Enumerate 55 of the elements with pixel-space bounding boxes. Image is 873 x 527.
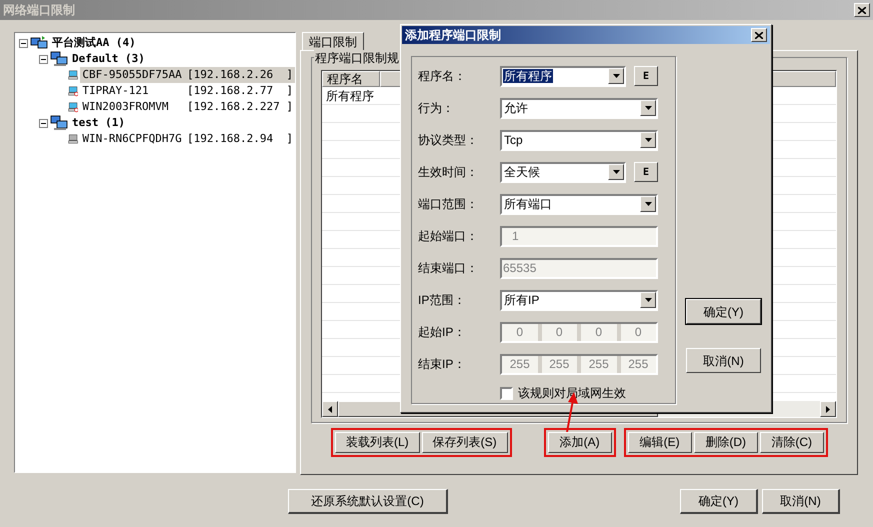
tree-item[interactable]: CBF-95055DF75AA [192.168.2.26 ] [80, 66, 295, 84]
scroll-right-icon[interactable] [826, 406, 830, 412]
collapse-icon[interactable] [39, 118, 48, 128]
action-button[interactable]: 编辑(E) [628, 432, 692, 452]
field-label: 程序名： [418, 68, 467, 85]
dropdown[interactable]: 所有IP [500, 290, 658, 310]
scroll-left-icon[interactable] [328, 406, 332, 412]
dialog-button[interactable]: 取消(N) [686, 348, 761, 373]
action-button[interactable]: 清除(C) [760, 432, 824, 452]
close-button[interactable] [854, 3, 870, 17]
dropdown[interactable]: Tcp [500, 130, 658, 150]
dropdown[interactable]: 允许 [500, 98, 658, 118]
field-label: 起始端口： [418, 228, 479, 245]
field-label: 结束IP： [418, 356, 466, 373]
dropdown[interactable]: 所有程序 [500, 66, 626, 86]
action-button[interactable]: 保存列表(S) [422, 432, 508, 452]
group-title: 程序端口限制规 [314, 50, 400, 66]
footer-button[interactable]: 确定(Y) [680, 489, 758, 514]
table-cell-text: 所有程序 [325, 88, 375, 105]
collapse-icon[interactable] [19, 38, 28, 48]
edit-button[interactable]: E [634, 66, 658, 86]
action-button[interactable]: 删除(D) [694, 432, 758, 452]
close-icon [858, 6, 866, 14]
restore-defaults-button[interactable]: 还原系统默认设置(C) [288, 489, 448, 514]
tree-item[interactable]: WIN-RN6CPFQDH7G [192.168.2.94 ] [80, 130, 295, 148]
close-icon [755, 32, 763, 38]
network-icon [30, 35, 48, 51]
field-label: 端口范围： [418, 196, 479, 213]
dropdown[interactable]: 全天候 [500, 162, 626, 182]
field-label: IP范围： [418, 292, 466, 309]
field-label: 结束端口： [418, 260, 479, 277]
dropdown[interactable]: 所有端口 [500, 194, 658, 214]
action-button[interactable]: 装载列表(L) [335, 432, 420, 452]
close-button[interactable] [751, 28, 767, 42]
dialog-button[interactable]: 确定(Y) [686, 299, 761, 324]
tree-item[interactable]: Default (3) [70, 50, 147, 68]
window-title: 网络端口限制 [3, 2, 75, 19]
tree-item[interactable]: WIN2003FROMVM [192.168.2.227 ] [80, 98, 295, 116]
field-label: 协议类型： [418, 132, 479, 149]
tree-item[interactable]: 平台测试AA (4) [50, 34, 138, 52]
action-button[interactable]: 添加(A) [548, 432, 612, 452]
computer-group-icon [50, 51, 68, 67]
column-header[interactable]: 程序名 [322, 71, 380, 87]
dialog-title: 添加程序端口限制 [405, 27, 501, 44]
field-label: 行为： [418, 100, 455, 117]
field-label: 起始IP： [418, 324, 466, 341]
collapse-icon[interactable] [39, 54, 48, 64]
computer-group-icon [50, 115, 68, 131]
field-label: 生效时间： [418, 164, 479, 181]
footer-button[interactable]: 取消(N) [762, 489, 840, 514]
checkbox[interactable] [500, 386, 513, 400]
tab[interactable]: 端口限制 [302, 32, 364, 50]
tree-item[interactable]: test (1) [70, 114, 127, 132]
tree-item[interactable]: TIPRAY-121 [192.168.2.77 ] [80, 82, 295, 100]
edit-button[interactable]: E [634, 162, 658, 182]
